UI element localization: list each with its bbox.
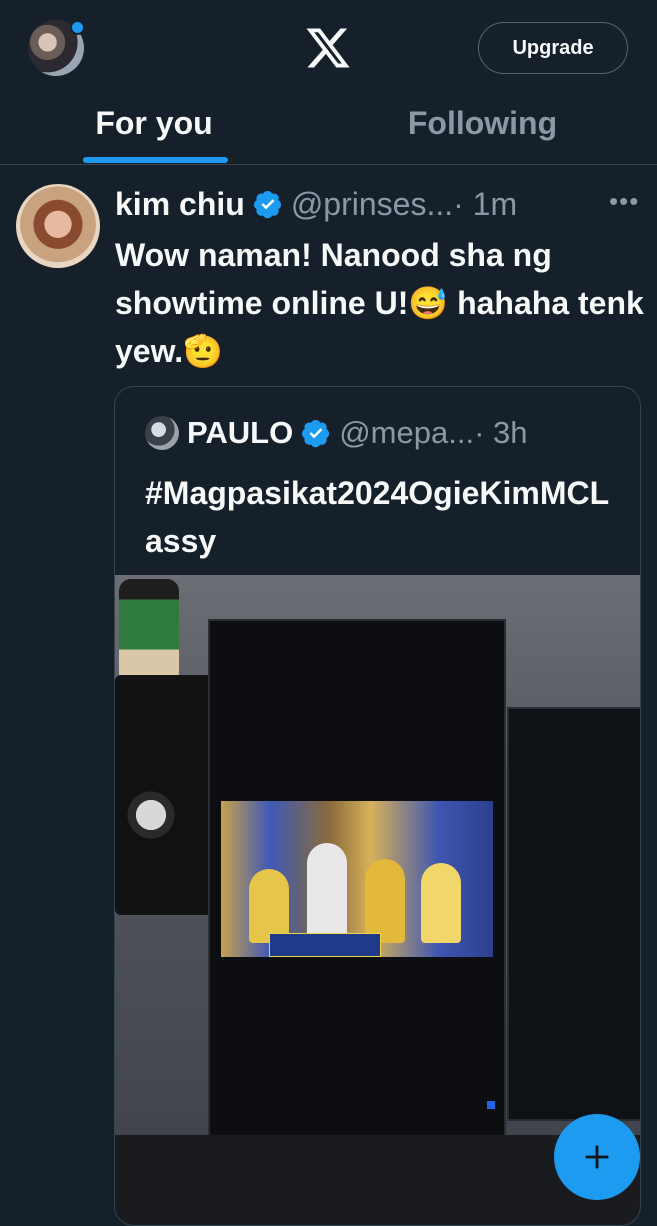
quote-author-handle: @mepa... [339, 415, 475, 450]
author-avatar[interactable] [16, 184, 100, 268]
author-name[interactable]: kim chiu [115, 186, 245, 223]
x-logo-icon[interactable] [304, 24, 352, 72]
tab-label: For you [95, 105, 213, 141]
photo-indicator [487, 1101, 495, 1109]
verified-badge-icon [253, 191, 281, 219]
tweet-header: kim chiu @prinses... · 1m [115, 182, 517, 226]
tweet-text: Wow naman! Nanood sha ng showtime online… [115, 237, 644, 369]
quoted-tweet[interactable]: PAULO @mepa... · 3h #Magpasikat2024OgieK… [114, 386, 641, 1226]
photo-banner [269, 933, 381, 957]
photo-person [249, 869, 289, 943]
author-handle[interactable]: @prinses... [291, 186, 453, 223]
upgrade-button[interactable]: Upgrade [478, 22, 628, 74]
photo-speaker-cone [121, 785, 181, 845]
photo-stream-window [221, 801, 493, 957]
photo-person [421, 863, 461, 943]
compose-button[interactable] [554, 1114, 640, 1200]
tab-for-you[interactable]: For you [0, 96, 308, 164]
photo-side-monitor [507, 707, 640, 1121]
plus-icon [585, 1145, 609, 1169]
photo-person [307, 843, 347, 943]
notification-dot [70, 20, 85, 35]
quote-author-avatar [145, 416, 179, 450]
photo-figurine [119, 579, 179, 679]
quote-time: · 3h [474, 415, 528, 450]
tweet-time[interactable]: · 1m [453, 186, 517, 223]
more-options-icon[interactable]: ••• [609, 188, 643, 214]
quote-media-photo[interactable] [115, 575, 640, 1225]
quote-header: PAULO @mepa... · 3h [145, 413, 527, 453]
top-bar: Upgrade [0, 0, 657, 96]
verified-badge-icon [302, 420, 330, 448]
quote-text: #Magpasikat2024OgieKimMCLassy [145, 475, 610, 559]
active-tab-indicator [83, 157, 228, 163]
tab-following[interactable]: Following [308, 96, 657, 164]
quote-author-name: PAULO [187, 415, 294, 450]
timeline-tabs: For you Following [0, 96, 657, 165]
tab-label: Following [407, 105, 558, 141]
photo-person [365, 859, 405, 943]
